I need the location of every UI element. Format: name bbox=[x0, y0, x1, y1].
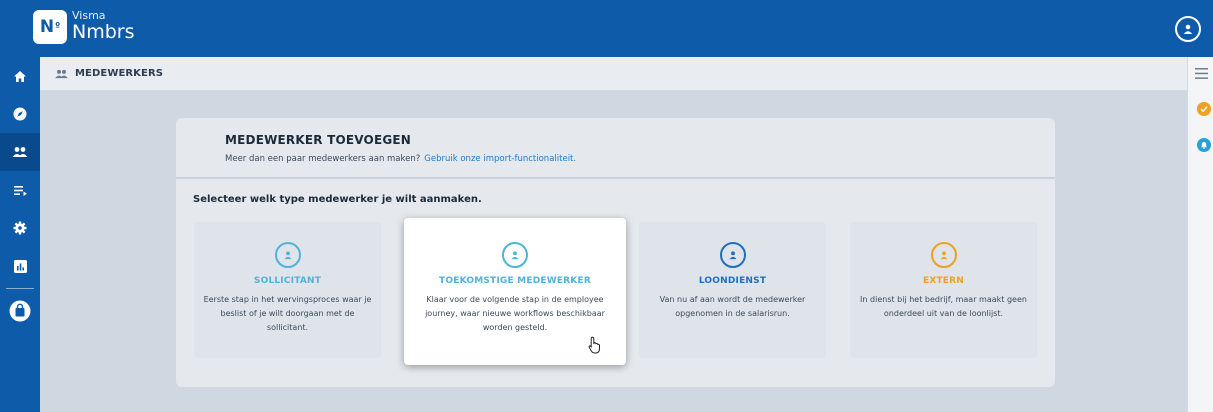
option-title: TOEKOMSTIGE MEDEWERKER bbox=[439, 276, 591, 286]
import-link[interactable]: Gebruik onze import-functionaliteit. bbox=[424, 154, 576, 164]
user-icon bbox=[274, 242, 301, 268]
breadcrumb-label: MEDEWERKERS bbox=[75, 68, 164, 79]
sidebar-item-reports[interactable] bbox=[0, 247, 40, 285]
brand-visma: Visma bbox=[72, 9, 106, 22]
sidebar-item-marketplace[interactable] bbox=[0, 292, 40, 330]
option-title: EXTERN bbox=[922, 276, 965, 286]
user-icon bbox=[502, 242, 528, 268]
card-header: MEDEWERKER TOEVOEGEN Meer dan een paar m… bbox=[176, 118, 1055, 179]
home-icon bbox=[14, 70, 26, 82]
add-employee-card: MEDEWERKER TOEVOEGEN Meer dan een paar m… bbox=[176, 118, 1055, 387]
chart-icon bbox=[13, 259, 27, 273]
right-panel bbox=[1187, 57, 1213, 412]
option-title: SOLLICITANT bbox=[253, 276, 322, 286]
brand-name: Visma Nmbrs bbox=[72, 10, 135, 42]
user-avatar-icon bbox=[1183, 24, 1193, 34]
sidebar-divider bbox=[6, 288, 34, 289]
user-icon bbox=[719, 242, 746, 268]
compass-icon bbox=[13, 107, 27, 121]
top-bar: Nº Visma Nmbrs bbox=[0, 0, 1213, 57]
option-description: Klaar voor de volgende stap in de employ… bbox=[425, 295, 605, 332]
user-icon bbox=[930, 242, 957, 268]
page-title: MEDEWERKER TOEVOEGEN bbox=[225, 133, 412, 147]
sidebar-item-home[interactable] bbox=[0, 57, 40, 95]
gear-icon bbox=[13, 221, 27, 235]
sidebar-item-employees[interactable] bbox=[0, 133, 40, 171]
sidebar-item-explore[interactable] bbox=[0, 95, 40, 133]
option-description: In dienst bij het bedrijf, maar maakt ge… bbox=[860, 295, 1027, 318]
hand-cursor-icon bbox=[588, 336, 600, 354]
subtitle-text: Meer dan een paar medewerkers aan maken? bbox=[225, 154, 421, 164]
option-description: Van nu af aan wordt de medewerker opgeno… bbox=[659, 295, 806, 318]
breadcrumb: MEDEWERKERS bbox=[40, 57, 1187, 91]
brand-nmbrs: Nmbrs bbox=[72, 21, 135, 43]
check-icon bbox=[1200, 106, 1208, 113]
tasks-check-button[interactable] bbox=[1197, 102, 1211, 116]
list-icon bbox=[13, 185, 27, 196]
menu-icon[interactable] bbox=[1195, 68, 1208, 79]
notifications-button[interactable] bbox=[1197, 138, 1211, 152]
sidebar-item-tasks[interactable] bbox=[0, 171, 40, 209]
option-title: LOONDIENST bbox=[698, 276, 767, 286]
bell-icon bbox=[1201, 142, 1207, 149]
option-sollicitant[interactable]: SOLLICITANT Eerste stap in het wervingsp… bbox=[194, 222, 381, 358]
employees-icon bbox=[55, 69, 68, 78]
option-description: Eerste stap in het wervingsproces waar j… bbox=[203, 295, 372, 332]
logo-sup: º bbox=[55, 22, 61, 32]
select-type-label: Selecteer welk type medewerker je wilt a… bbox=[193, 194, 482, 205]
option-loondienst[interactable]: LOONDIENST Van nu af aan wordt de medewe… bbox=[639, 222, 826, 358]
main-sidebar bbox=[0, 57, 40, 412]
logo-mark: N bbox=[39, 17, 55, 37]
card-subtitle: Meer dan een paar medewerkers aan maken?… bbox=[225, 154, 1055, 164]
option-extern[interactable]: EXTERN In dienst bij het bedrijf, maar m… bbox=[850, 222, 1037, 358]
sidebar-item-settings[interactable] bbox=[0, 209, 40, 247]
employees-icon bbox=[12, 147, 28, 157]
nmbrs-logo[interactable]: Nº bbox=[33, 10, 67, 44]
user-avatar-button[interactable] bbox=[1175, 16, 1201, 42]
bag-icon bbox=[9, 300, 31, 322]
